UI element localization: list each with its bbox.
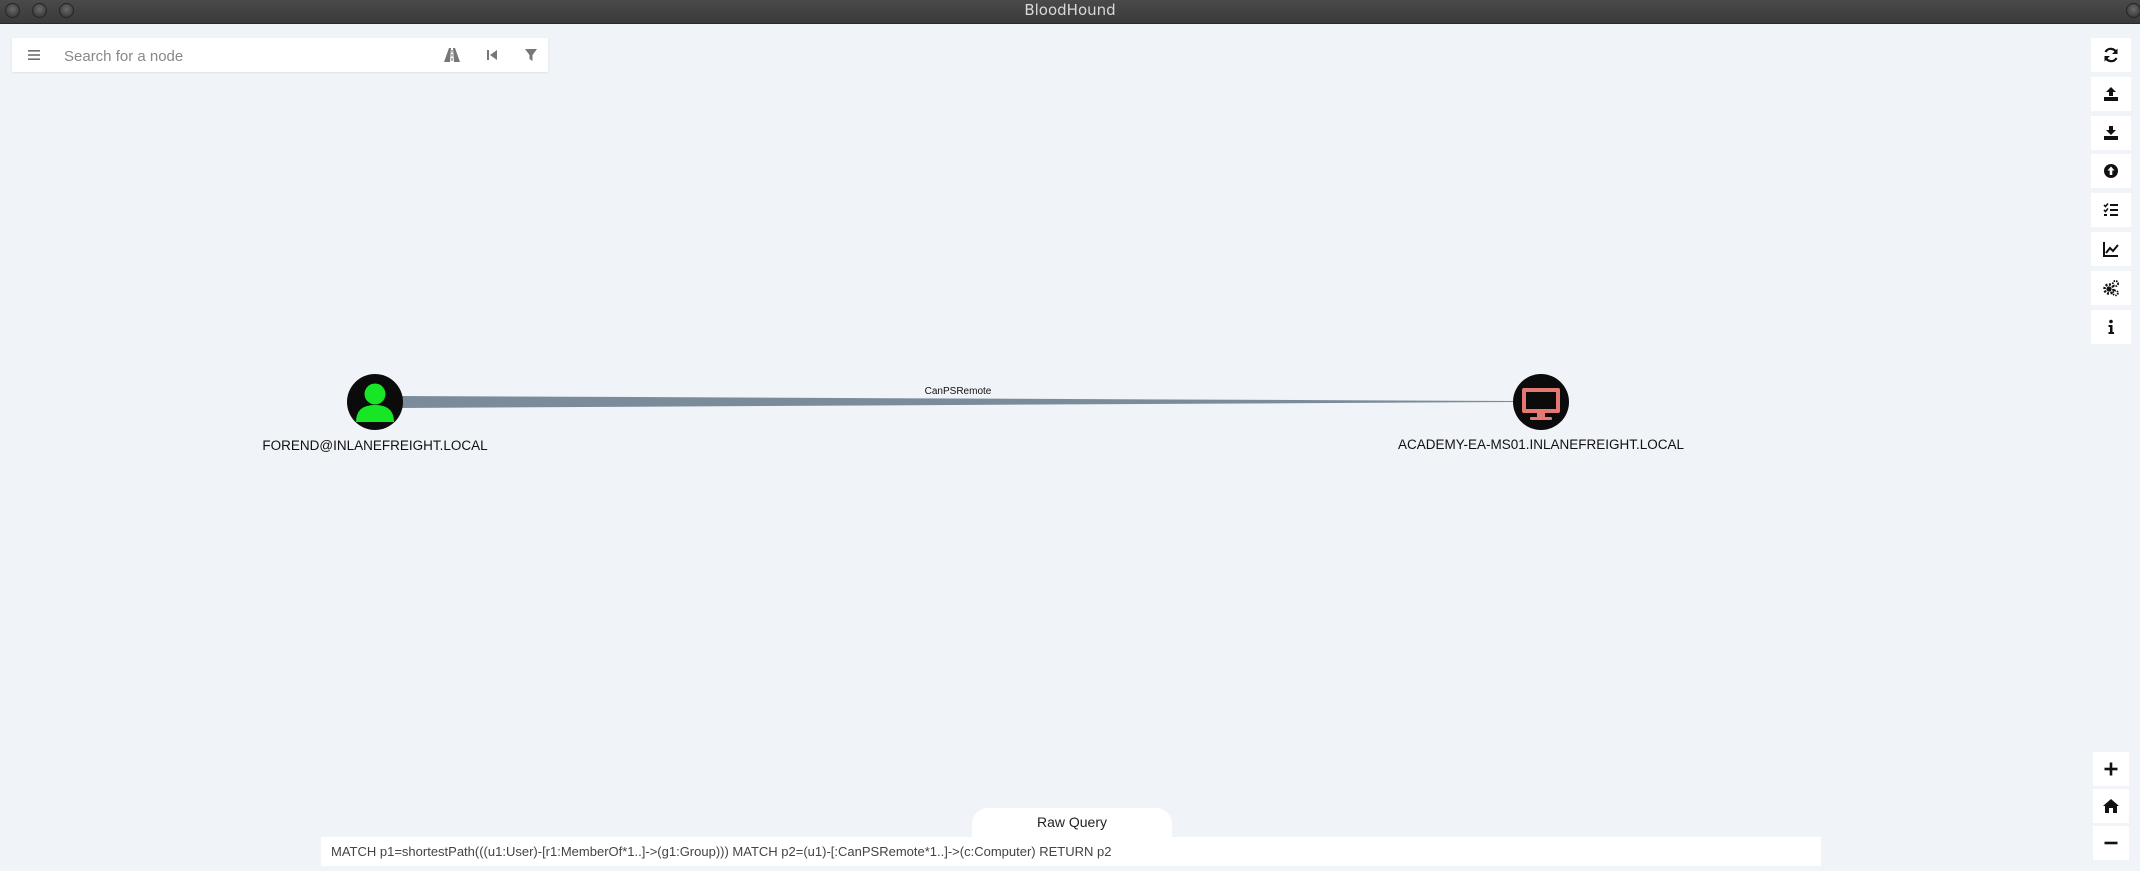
filter-icon: [525, 49, 537, 61]
download-icon: [2104, 126, 2118, 140]
refresh-button[interactable]: [2091, 38, 2131, 72]
filter-button[interactable]: [522, 46, 540, 64]
computer-node-label[interactable]: ACADEMY-EA-MS01.INLANEFREIGHT.LOCAL: [1398, 437, 1684, 452]
edge-label: CanPSRemote: [924, 386, 992, 397]
user-icon: [364, 383, 386, 405]
window-title: BloodHound: [1024, 1, 1116, 19]
queries-button[interactable]: [2091, 193, 2131, 227]
chart-button[interactable]: [2091, 232, 2131, 266]
refresh-icon: [2104, 47, 2118, 63]
reset-view-button[interactable]: [2093, 789, 2129, 823]
search-panel: [12, 38, 548, 72]
upload-data-icon: [2104, 164, 2118, 178]
title-bar: BloodHound: [0, 0, 2140, 24]
back-button[interactable]: [483, 46, 501, 64]
zoom-out-icon: [2104, 841, 2118, 845]
tasks-list-icon: [2103, 202, 2118, 216]
raw-query-tab[interactable]: Raw Query: [972, 808, 1172, 838]
user-node[interactable]: [347, 374, 403, 430]
road-icon: [444, 48, 460, 62]
upload-icon: [2104, 87, 2118, 101]
pathfinding-button[interactable]: [443, 46, 461, 64]
zoom-out-button[interactable]: [2093, 826, 2129, 860]
info-icon: [2108, 319, 2114, 334]
window-menu-button[interactable]: [2126, 3, 2140, 18]
computer-node[interactable]: [1513, 374, 1569, 430]
hamburger-icon: [28, 50, 40, 60]
download-button[interactable]: [2091, 116, 2131, 150]
upload-data-button[interactable]: [2091, 154, 2131, 188]
zoom-in-icon: [2104, 762, 2118, 776]
hamburger-menu-button[interactable]: [22, 38, 46, 72]
search-input[interactable]: [62, 43, 436, 69]
graph-canvas[interactable]: FOREND@INLANEFREIGHT.LOCAL ACADEMY-EA-MS…: [0, 24, 2140, 866]
upload-button[interactable]: [2091, 77, 2131, 111]
step-backward-icon: [487, 50, 497, 60]
settings-cogs-icon: [2103, 280, 2119, 297]
settings-button[interactable]: [2091, 271, 2131, 305]
info-button[interactable]: [2091, 310, 2131, 344]
edge-canpsremote[interactable]: [400, 396, 1515, 408]
user-node-label[interactable]: FOREND@INLANEFREIGHT.LOCAL: [262, 438, 487, 453]
zoom-in-button[interactable]: [2093, 752, 2129, 786]
raw-query-input[interactable]: [321, 837, 1821, 866]
home-icon: [2103, 799, 2119, 813]
chart-icon: [2103, 242, 2119, 257]
